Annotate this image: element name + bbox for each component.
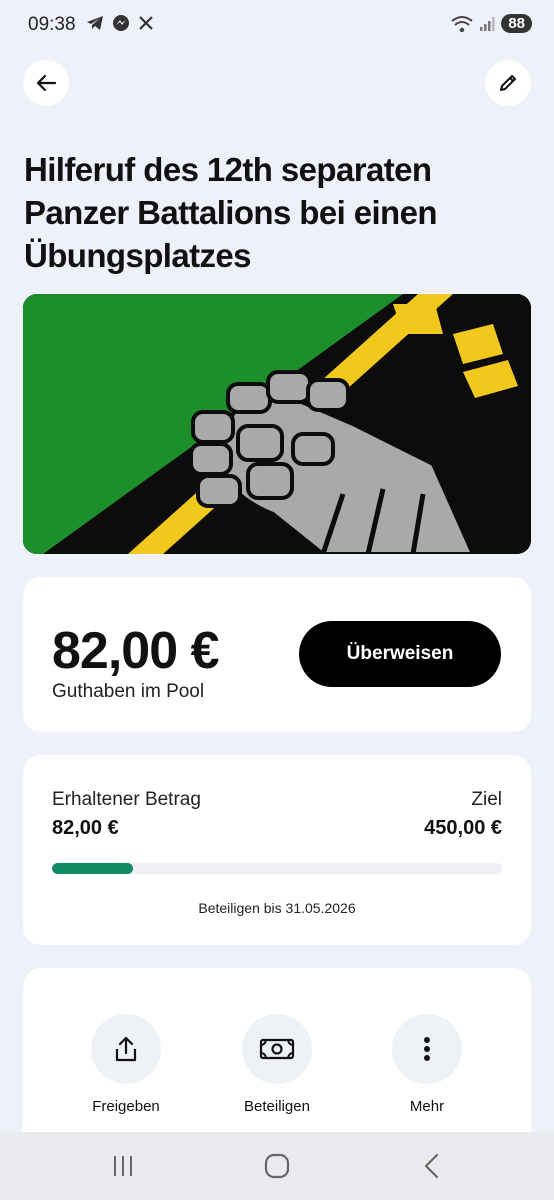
notification-icons <box>86 14 154 32</box>
pool-balance-label: Guthaben im Pool <box>52 681 205 702</box>
wifi-icon <box>451 15 473 32</box>
actions-card: Freigeben Beteiligen Mehr <box>23 968 531 1158</box>
status-right: 88 <box>451 14 532 33</box>
battery-indicator: 88 <box>501 14 532 33</box>
messenger-icon <box>113 15 129 31</box>
progress-card: Erhaltener Betrag 82,00 € Ziel 450,00 € … <box>23 755 531 945</box>
system-nav-bar <box>0 1132 554 1200</box>
more-vertical-icon <box>424 1037 430 1061</box>
contribute-action-circle[interactable] <box>242 1014 312 1084</box>
balance-card: 82,00 € Guthaben im Pool Überweisen <box>23 577 531 732</box>
share-action[interactable]: Freigeben <box>71 1014 181 1115</box>
goal-label: Ziel <box>471 789 502 810</box>
share-action-circle[interactable] <box>91 1014 161 1084</box>
more-action-circle[interactable] <box>392 1014 462 1084</box>
share-icon <box>115 1036 137 1062</box>
progress-bar-fill <box>52 863 133 874</box>
received-label: Erhaltener Betrag <box>52 789 201 810</box>
more-action[interactable]: Mehr <box>372 1014 482 1115</box>
deadline-text: Beteiligen bis 31.05.2026 <box>198 900 356 916</box>
share-action-label: Freigeben <box>92 1098 160 1115</box>
recent-apps-button[interactable] <box>103 1150 143 1182</box>
telegram-icon <box>87 16 103 30</box>
recent-apps-icon <box>114 1156 132 1176</box>
banknote-icon <box>259 1038 295 1060</box>
arrow-left-icon <box>36 74 57 92</box>
x-icon <box>139 16 153 30</box>
status-time: 09:38 <box>28 14 76 35</box>
page-title: Hilferuf des 12th separaten Panzer Batta… <box>24 151 438 274</box>
status-bar: 09:38 88 <box>0 0 554 52</box>
system-back-button[interactable] <box>412 1150 452 1182</box>
signal-icon <box>480 16 495 31</box>
progress-bar <box>52 863 502 874</box>
battalion-emblem-image <box>23 294 531 554</box>
transfer-button[interactable]: Überweisen <box>299 621 501 687</box>
pool-cover-image <box>23 294 531 554</box>
contribute-action[interactable]: Beteiligen <box>222 1014 332 1115</box>
more-action-label: Mehr <box>409 1098 445 1115</box>
contribute-action-label: Beteiligen <box>244 1098 310 1115</box>
home-icon <box>264 1153 290 1179</box>
back-icon <box>424 1153 439 1179</box>
goal-value: 450,00 € <box>424 817 502 839</box>
pencil-icon <box>500 75 516 91</box>
edit-button[interactable] <box>485 60 531 106</box>
received-value: 82,00 € <box>52 817 119 839</box>
back-button[interactable] <box>23 60 69 106</box>
home-button[interactable] <box>257 1150 297 1182</box>
pool-balance-amount: 82,00 € <box>52 622 219 680</box>
